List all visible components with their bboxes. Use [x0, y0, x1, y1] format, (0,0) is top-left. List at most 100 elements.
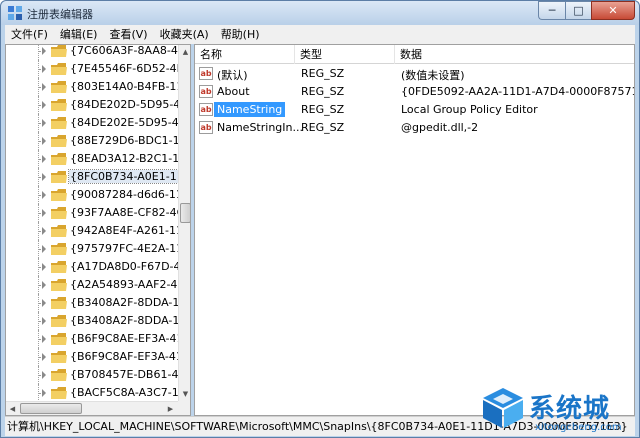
- tree-item-label: {803E14A0-B4FB-11D0: [70, 80, 191, 93]
- column-header-data[interactable]: 数据: [395, 45, 634, 64]
- expand-arrow-icon[interactable]: [42, 137, 46, 145]
- maximize-button[interactable]: □: [565, 1, 591, 20]
- tree-item[interactable]: {975797FC-4E2A-11D0: [6, 240, 190, 258]
- value-type: REG_SZ: [301, 85, 345, 98]
- tree-item-label: {B3408A2F-8DDA-1197: [70, 314, 191, 327]
- tree-vertical-scrollbar[interactable]: ▲ ▼: [178, 45, 190, 401]
- column-header-name[interactable]: 名称: [195, 45, 295, 64]
- folder-icon: [51, 207, 67, 219]
- tree-item[interactable]: {84DE202E-5D95-4764: [6, 114, 190, 132]
- tree-horizontal-scroll-thumb[interactable]: [20, 403, 82, 414]
- menu-help[interactable]: 帮助(H): [215, 25, 266, 44]
- expand-arrow-icon[interactable]: [42, 299, 46, 307]
- tree-item[interactable]: {8FC0B734-A0E1-11D1: [6, 168, 190, 186]
- window-controls: ─ □ ✕: [538, 1, 635, 20]
- expand-arrow-icon[interactable]: [42, 65, 46, 73]
- expand-arrow-icon[interactable]: [42, 83, 46, 91]
- menu-favorites[interactable]: 收藏夹(A): [154, 25, 215, 44]
- registry-key-tree[interactable]: {7C606A3F-8AA8-4E36 {7E45546F-6D52-4D10 {8…: [5, 44, 191, 416]
- tree-item[interactable]: {A17DA8D0-F67D-47A0: [6, 258, 190, 276]
- scroll-left-icon[interactable]: ◀: [6, 402, 19, 415]
- tree-item[interactable]: {93F7AA8E-CF82-4CB7: [6, 204, 190, 222]
- tree-item[interactable]: {84DE202D-5D95-4764: [6, 96, 190, 114]
- tree-item[interactable]: {7E45546F-6D52-4D10: [6, 60, 190, 78]
- expand-arrow-icon[interactable]: [42, 281, 46, 289]
- value-data: Local Group Policy Editor: [401, 103, 538, 116]
- expand-arrow-icon[interactable]: [42, 119, 46, 127]
- expand-arrow-icon[interactable]: [42, 101, 46, 109]
- folder-icon: [51, 315, 67, 327]
- value-name: NameStringIn...: [217, 121, 303, 134]
- expand-arrow-icon[interactable]: [42, 227, 46, 235]
- title-bar[interactable]: 注册表编辑器 ─ □ ✕: [1, 1, 639, 25]
- menu-file[interactable]: 文件(F): [5, 25, 54, 44]
- expand-arrow-icon[interactable]: [42, 191, 46, 199]
- registry-values-list[interactable]: 名称 类型 数据 ab (默认) REG_SZ (数值未设置) ab About REG_S…: [194, 44, 635, 416]
- list-item[interactable]: ab NameStringIn... REG_SZ @gpedit.dll,-2: [195, 119, 634, 137]
- watermark-url: xitongcheng.com: [535, 422, 622, 433]
- tree-item-label: {A2A54893-AAF2-49A3: [70, 278, 191, 291]
- minimize-button[interactable]: ─: [538, 1, 565, 20]
- tree-item-label: {8EAD3A12-B2C1-11d0: [70, 152, 191, 165]
- close-button[interactable]: ✕: [591, 1, 635, 20]
- tree-item[interactable]: {BACF5C8A-A3C7-11D1: [6, 384, 190, 402]
- folder-icon: [51, 99, 67, 111]
- menu-edit[interactable]: 编辑(E): [54, 25, 104, 44]
- folder-icon: [51, 81, 67, 93]
- tree-horizontal-scrollbar[interactable]: ◀ ▶: [6, 401, 178, 415]
- string-value-icon: ab: [199, 121, 213, 134]
- tree-item[interactable]: {7C606A3F-8AA8-4E36: [6, 45, 190, 60]
- expand-arrow-icon[interactable]: [42, 47, 46, 55]
- list-item[interactable]: ab NameString REG_SZ Local Group Policy Edi…: [195, 101, 634, 119]
- tree-vertical-scroll-thumb[interactable]: [180, 203, 190, 223]
- menu-view[interactable]: 查看(V): [103, 25, 153, 44]
- tree-item[interactable]: {B3408A2F-8DDA-1197: [6, 312, 190, 330]
- scroll-right-icon[interactable]: ▶: [164, 402, 177, 415]
- list-item[interactable]: ab About REG_SZ {0FDE5092-AA2A-11D1-A7D4-00…: [195, 83, 635, 101]
- menu-bar: 文件(F) 编辑(E) 查看(V) 收藏夹(A) 帮助(H): [5, 25, 635, 44]
- tree-item[interactable]: {88E729D6-BDC1-11D1: [6, 132, 190, 150]
- scroll-up-icon[interactable]: ▲: [179, 45, 190, 59]
- expand-arrow-icon[interactable]: [42, 389, 46, 397]
- tree-item[interactable]: {803E14A0-B4FB-11D0: [6, 78, 190, 96]
- folder-icon: [51, 189, 67, 201]
- expand-arrow-icon[interactable]: [42, 209, 46, 217]
- watermark-brand: 系统城: [529, 394, 611, 424]
- expand-arrow-icon[interactable]: [42, 173, 46, 181]
- tree-item[interactable]: {90087284-d6d6-11d0: [6, 186, 190, 204]
- tree-item[interactable]: {A2A54893-AAF2-49A3: [6, 276, 190, 294]
- tree-item-label: {84DE202D-5D95-4764: [70, 98, 191, 111]
- tree-item[interactable]: {B3408A2F-8DDA-1197: [6, 294, 190, 312]
- scroll-down-icon[interactable]: ▼: [179, 387, 190, 401]
- value-data: @gpedit.dll,-2: [401, 121, 479, 134]
- tree-item[interactable]: {B6F9C8AF-EF3A-41C8: [6, 348, 190, 366]
- window-title: 注册表编辑器: [27, 8, 93, 21]
- expand-arrow-icon[interactable]: [42, 263, 46, 271]
- expand-arrow-icon[interactable]: [42, 155, 46, 163]
- expand-arrow-icon[interactable]: [42, 335, 46, 343]
- value-data: {0FDE5092-AA2A-11D1-A7D4-0000F87571E3}: [401, 85, 635, 98]
- tree-item-label: {93F7AA8E-CF82-4CB7: [70, 206, 191, 219]
- expand-arrow-icon[interactable]: [42, 371, 46, 379]
- folder-icon: [51, 279, 67, 291]
- folder-icon: [51, 243, 67, 255]
- folder-icon: [51, 45, 67, 57]
- watermark-logo-icon: [483, 388, 523, 428]
- list-header: 名称 类型 数据: [195, 45, 634, 64]
- maximize-icon: □: [573, 4, 584, 17]
- tree-item[interactable]: {B708457E-DB61-4C55: [6, 366, 190, 384]
- column-header-type[interactable]: 类型: [295, 45, 395, 64]
- tree-item[interactable]: {942A8E4F-A261-11D1: [6, 222, 190, 240]
- tree-item-label: {BACF5C8A-A3C7-11D1: [70, 386, 191, 399]
- expand-arrow-icon[interactable]: [42, 353, 46, 361]
- expand-arrow-icon[interactable]: [42, 245, 46, 253]
- value-data: (数值未设置): [401, 69, 465, 82]
- expand-arrow-icon[interactable]: [42, 317, 46, 325]
- tree-item[interactable]: {B6F9C8AE-EF3A-41C8: [6, 330, 190, 348]
- folder-icon: [51, 369, 67, 381]
- tree-item[interactable]: {8EAD3A12-B2C1-11d0: [6, 150, 190, 168]
- folder-icon: [51, 171, 67, 183]
- tree-item-label: {90087284-d6d6-11d0: [70, 188, 191, 201]
- list-item[interactable]: ab (默认) REG_SZ (数值未设置): [195, 65, 634, 83]
- tree-item-label: {7E45546F-6D52-4D10: [70, 62, 191, 75]
